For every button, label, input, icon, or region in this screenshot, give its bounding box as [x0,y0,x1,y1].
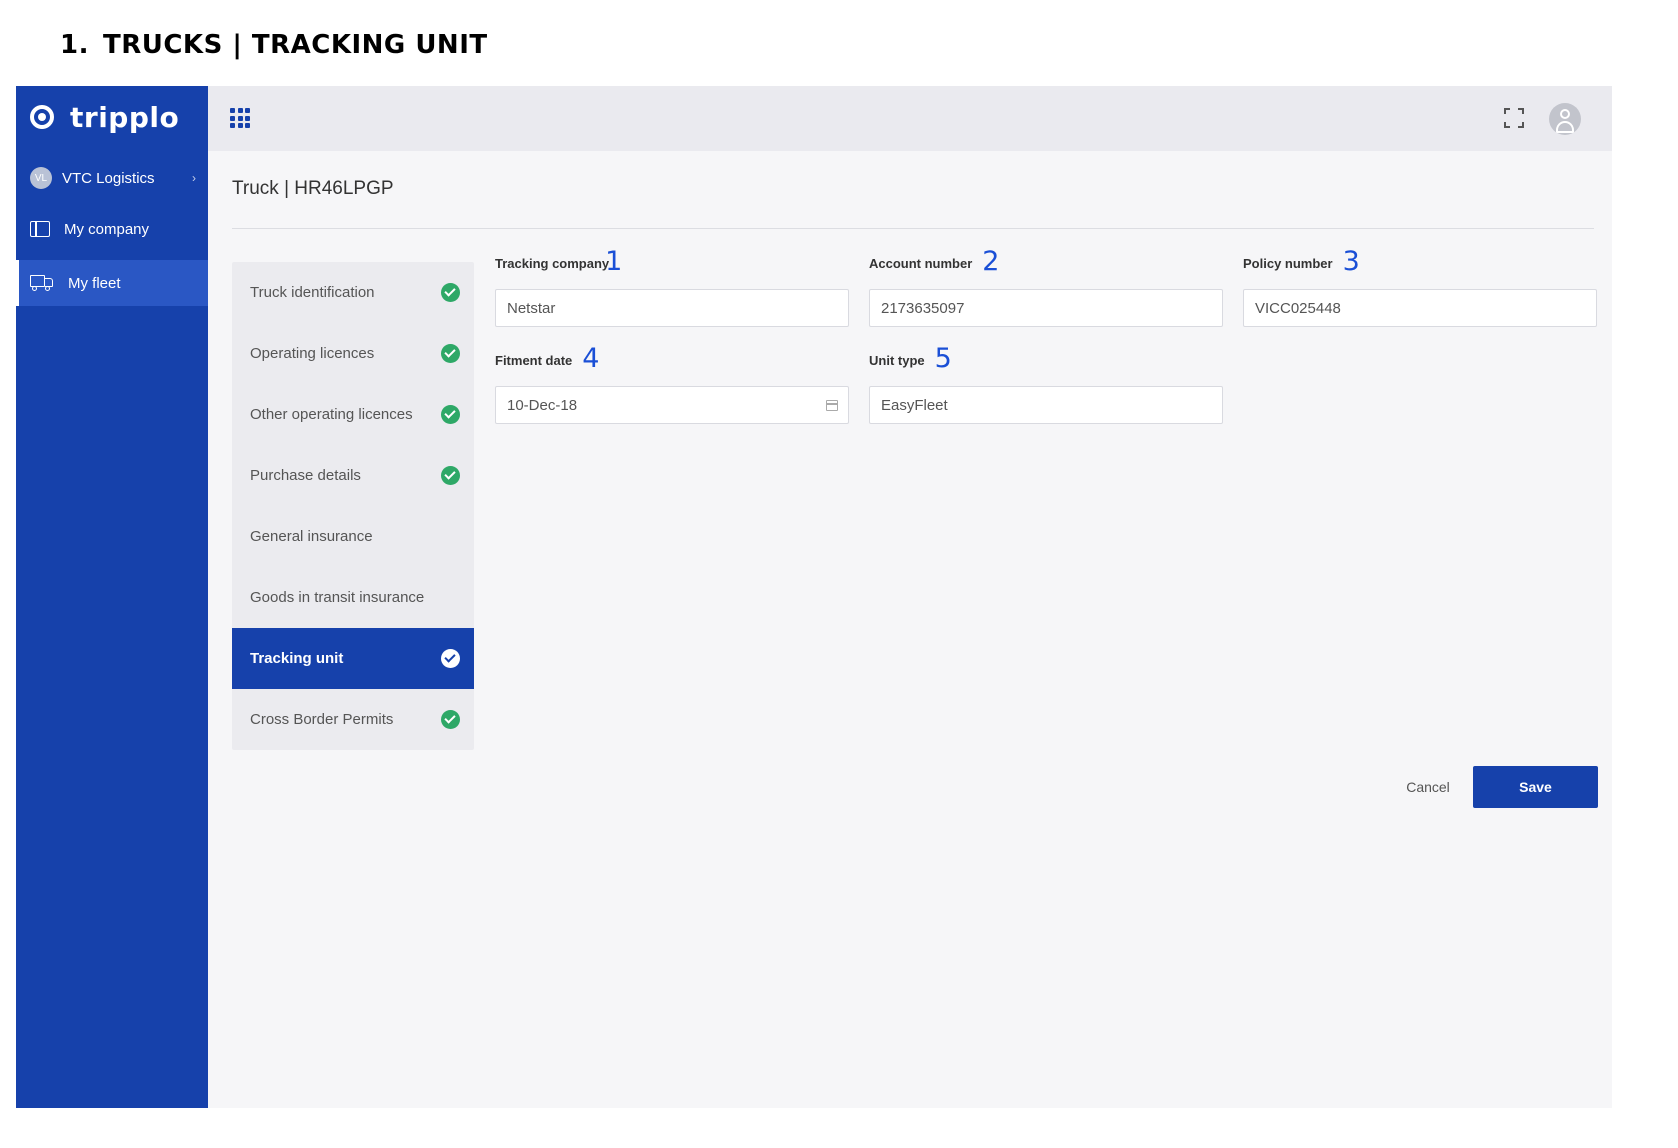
annotation-marker: 4 [582,343,600,374]
step-label: General insurance [250,528,373,545]
sidebar-item-label: My company [64,220,150,238]
tripplo-logo-icon [30,105,54,129]
section-title: TRUCKS | TRACKING UNIT [102,30,488,60]
step-label: Cross Border Permits [250,711,394,728]
app-window: tripplo VL VTC Logistics › My company My… [16,86,1612,1108]
company-name: VTC Logistics [62,169,155,187]
top-bar [208,86,1612,151]
sidebar-item-my-fleet[interactable]: My fleet [16,260,208,306]
annotation-marker: 3 [1342,246,1360,277]
field-value: 2173635097 [881,299,965,317]
annotation-marker: 2 [982,246,1000,277]
apps-grid-icon[interactable] [230,108,250,128]
step-truck-identification[interactable]: Truck identification [232,262,474,323]
building-icon [30,221,50,237]
field-label-text: Account number [869,256,973,271]
field-label-text: Fitment date [495,353,573,368]
chevron-right-icon: › [192,171,196,185]
page-title: Truck | HR46LPGP [232,178,394,199]
step-tracking-unit[interactable]: Tracking unit [232,628,474,689]
step-other-operating-licences[interactable]: Other operating licences [232,384,474,445]
field-label-text: Unit type [869,353,925,368]
check-circle-icon [441,466,460,485]
account-number-label: Account number 2 [869,244,1000,277]
company-switcher[interactable]: VL VTC Logistics › [30,166,200,190]
tracking-company-label: Tracking company1 [495,244,623,277]
brand-name: tripplo [70,100,180,134]
section-number: 1. [60,30,89,60]
sidebar-item-my-company[interactable]: My company [16,206,208,252]
field-value: VICC025448 [1255,299,1341,317]
field-value: EasyFleet [881,396,948,414]
document-heading: 1. TRUCKS | TRACKING UNIT [60,30,488,60]
unit-type-field[interactable]: EasyFleet [869,386,1223,424]
save-button[interactable]: Save [1473,766,1598,808]
step-operating-licences[interactable]: Operating licences [232,323,474,384]
field-value: 10-Dec-18 [507,396,578,414]
account-number-field[interactable]: 2173635097 [869,289,1223,327]
step-cross-border-permits[interactable]: Cross Border Permits [232,689,474,750]
annotation-marker: 5 [934,343,952,374]
fitment-date-field[interactable]: 10-Dec-18 [495,386,849,424]
step-purchase-details[interactable]: Purchase details [232,445,474,506]
check-circle-icon [441,405,460,424]
step-label: Other operating licences [250,406,413,423]
step-goods-in-transit-insurance[interactable]: Goods in transit insurance [232,567,474,628]
annotation-marker: 1 [605,246,623,277]
check-circle-icon [441,283,460,302]
step-general-insurance[interactable]: General insurance [232,506,474,567]
step-label: Goods in transit insurance [250,589,425,606]
user-avatar-icon[interactable] [1549,103,1581,135]
truck-icon [30,275,54,291]
cancel-button[interactable]: Cancel [1376,766,1480,808]
fullscreen-icon[interactable] [1504,108,1524,128]
policy-number-label: Policy number 3 [1243,244,1360,277]
divider [232,228,1594,229]
step-label: Tracking unit [250,650,344,667]
company-avatar: VL [30,167,52,189]
step-label: Truck identification [250,284,375,301]
tracking-company-field[interactable]: Netstar [495,289,849,327]
fitment-date-label: Fitment date 4 [495,341,600,374]
calendar-icon[interactable] [826,400,838,411]
field-value: Netstar [507,299,556,317]
sidebar: tripplo VL VTC Logistics › My company My… [16,86,208,1108]
step-navigation: Truck identification Operating licences … [232,262,474,750]
check-circle-icon [441,649,460,668]
step-label: Purchase details [250,467,361,484]
policy-number-field[interactable]: VICC025448 [1243,289,1597,327]
step-label: Operating licences [250,345,375,362]
check-circle-icon [441,710,460,729]
brand[interactable]: tripplo [30,100,180,134]
check-circle-icon [441,344,460,363]
field-label-text: Policy number [1243,256,1333,271]
field-label-text: Tracking company [495,256,610,271]
sidebar-item-label: My fleet [68,274,121,292]
unit-type-label: Unit type 5 [869,341,952,374]
